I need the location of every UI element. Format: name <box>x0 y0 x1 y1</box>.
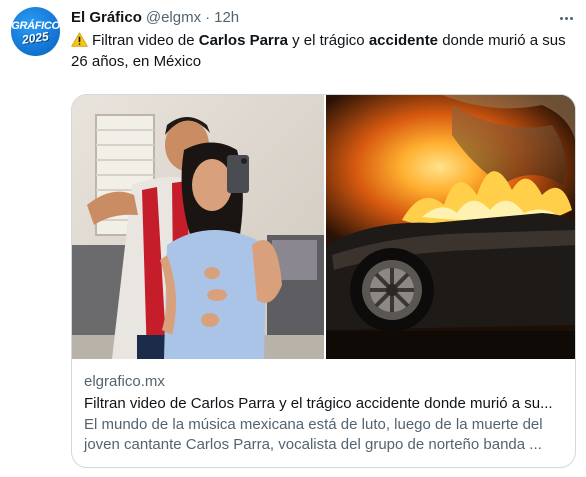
tweet-text-part1: Filtran video de <box>92 32 199 49</box>
tweet-text-bold-name: Carlos Parra <box>198 32 288 49</box>
more-options-icon[interactable] <box>555 10 577 26</box>
tweet-text-bold-accident: accidente <box>368 32 439 49</box>
photo-left <box>72 95 324 359</box>
tweet-text: Filtran video de Carlos Parra y el trági… <box>71 30 576 72</box>
link-card[interactable]: elgrafico.mx Filtran video de Carlos Par… <box>71 94 576 468</box>
author-name[interactable]: El Gráfico <box>71 9 142 26</box>
photo-right <box>326 95 575 359</box>
author-handle[interactable]: @elgmx <box>146 9 201 26</box>
card-domain: elgrafico.mx <box>84 373 165 390</box>
card-title[interactable]: Filtran video de Carlos Parra y el trági… <box>84 394 569 414</box>
warning-icon <box>71 32 88 47</box>
tweet-header: El Gráfico @elgmx · 12h <box>71 9 239 29</box>
card-description: El mundo de la música mexicana está de l… <box>84 416 543 453</box>
tweet-text-part2: y el trágico <box>287 32 369 49</box>
separator-dot: · <box>205 9 211 26</box>
avatar-logo-year: 2025 <box>21 29 50 47</box>
avatar[interactable]: GRÁFICO 2025 <box>11 7 60 56</box>
tweet[interactable]: GRÁFICO 2025 El Gráfico @elgmx · 12h Fil… <box>0 0 586 477</box>
card-image[interactable] <box>72 95 575 359</box>
tweet-time[interactable]: 12h <box>214 9 239 26</box>
